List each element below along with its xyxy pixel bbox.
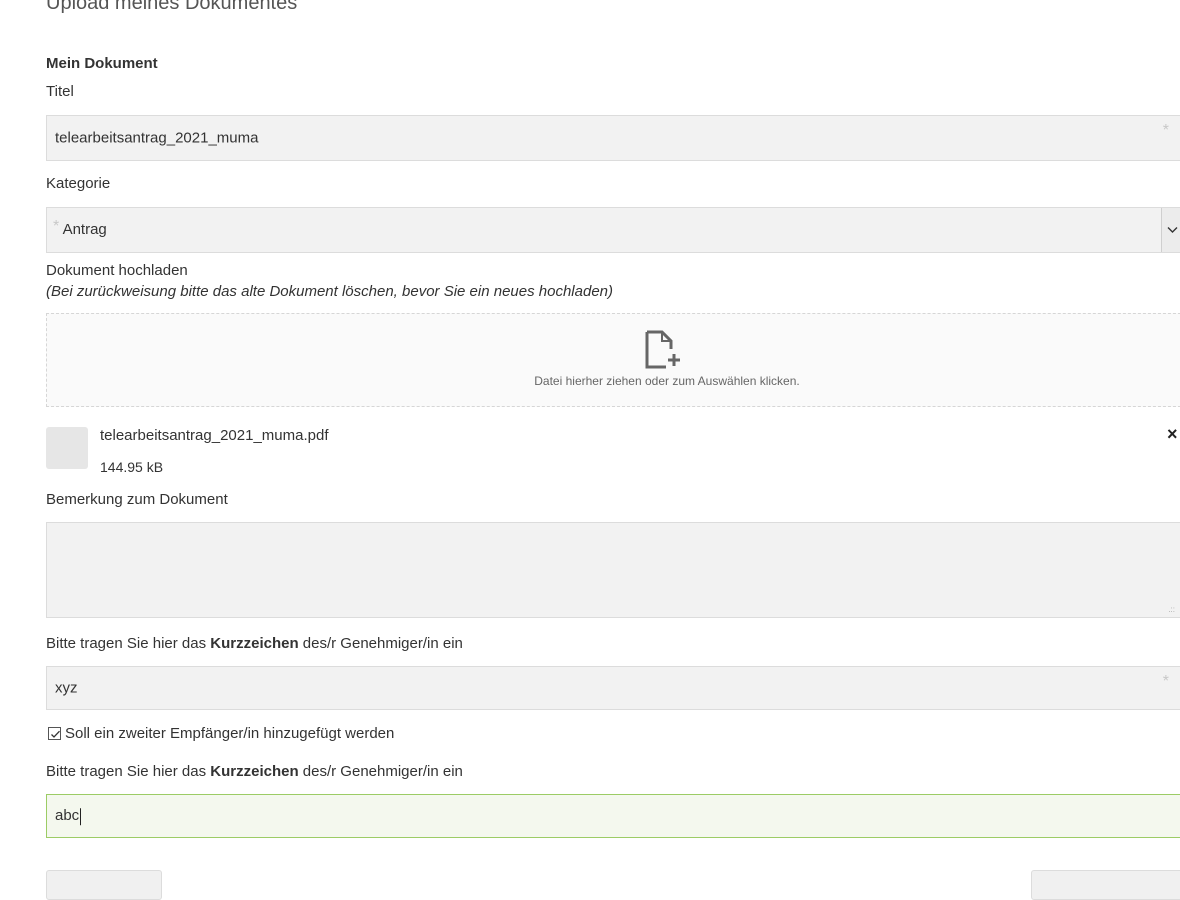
page-title: Upload meines Dokumentes — [46, 0, 298, 14]
category-select-content: * Antrag — [53, 218, 107, 239]
approver2-input-value: abc — [55, 807, 80, 825]
required-marker: * — [1162, 122, 1169, 139]
approver2-label: Bitte tragen Sie hier das Kurzzeichen de… — [46, 763, 463, 780]
title-input-value: telearbeitsantrag_2021_muma — [55, 129, 259, 147]
category-select[interactable]: * Antrag — [46, 207, 1180, 253]
dropzone-text: Datei hierher ziehen oder zum Auswählen … — [534, 374, 800, 388]
title-label: Titel — [46, 83, 74, 100]
file-thumbnail — [46, 427, 88, 469]
category-label: Kategorie — [46, 175, 111, 192]
check-icon — [51, 730, 60, 738]
upload-dropzone[interactable]: Datei hierher ziehen oder zum Auswählen … — [46, 313, 1180, 407]
second-recipient-checkbox[interactable] — [48, 727, 61, 740]
upload-hint: (Bei zurückweisung bitte das alte Dokume… — [46, 283, 613, 300]
section-title: Mein Dokument — [46, 55, 158, 72]
remark-textarea[interactable]: .:: — [46, 522, 1180, 618]
approver-label: Bitte tragen Sie hier das Kurzzeichen de… — [46, 635, 463, 652]
back-button[interactable] — [46, 870, 162, 900]
upload-label: Dokument hochladen — [46, 262, 188, 279]
approver2-label-pre: Bitte tragen Sie hier das — [46, 763, 211, 780]
category-value: Antrag — [62, 221, 107, 238]
approver-label-pre: Bitte tragen Sie hier das — [46, 635, 211, 652]
chevron-down-icon[interactable] — [1161, 208, 1180, 252]
approver-label-post: des/r Genehmiger/in ein — [298, 635, 463, 652]
approver2-label-post: des/r Genehmiger/in ein — [298, 763, 463, 780]
resize-handle-icon[interactable]: .:: — [1168, 605, 1175, 614]
title-input[interactable]: telearbeitsantrag_2021_muma * — [46, 115, 1180, 161]
remark-label: Bemerkung zum Dokument — [46, 491, 228, 508]
file-size: 144.95 kB — [100, 459, 164, 475]
approver2-label-bold: Kurzzeichen — [210, 763, 299, 780]
approver-input-value: xyz — [55, 679, 78, 697]
file-add-icon — [644, 330, 684, 375]
required-marker: * — [53, 218, 60, 235]
text-caret — [80, 807, 82, 825]
remove-file-icon[interactable]: × — [1167, 424, 1178, 445]
required-marker: * — [1162, 673, 1169, 690]
approver-input[interactable]: xyz * — [46, 666, 1180, 710]
approver2-input[interactable]: abc — [46, 794, 1180, 838]
approver-label-bold: Kurzzeichen — [210, 635, 299, 652]
second-recipient-row[interactable]: Soll ein zweiter Empfänger/in hinzugefüg… — [48, 725, 394, 742]
submit-button[interactable] — [1031, 870, 1180, 900]
approver2-input-wrapper: abc — [55, 807, 82, 825]
second-recipient-label: Soll ein zweiter Empfänger/in hinzugefüg… — [65, 725, 395, 742]
file-name: telearbeitsantrag_2021_muma.pdf — [100, 427, 329, 444]
